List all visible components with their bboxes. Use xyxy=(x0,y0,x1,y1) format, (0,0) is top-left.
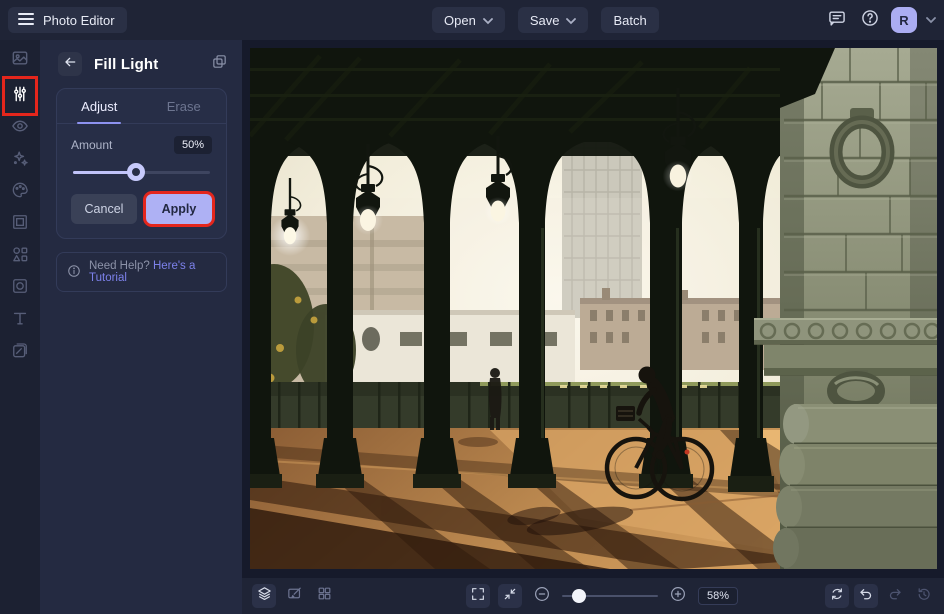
help-button[interactable] xyxy=(858,8,882,32)
chevron-down-icon xyxy=(482,13,493,28)
zoom-in-icon xyxy=(669,585,687,608)
sidebar-item-text[interactable] xyxy=(8,304,32,336)
draw-icon xyxy=(286,585,303,607)
grid-view-button[interactable] xyxy=(312,584,336,608)
layers-icon xyxy=(256,585,273,607)
amount-slider-handle[interactable] xyxy=(127,163,146,181)
sync-button[interactable] xyxy=(825,584,849,608)
history-reset-button[interactable] xyxy=(912,584,936,608)
history-icon xyxy=(916,586,932,607)
fit-screen-button[interactable] xyxy=(498,584,522,608)
amount-value[interactable]: 50% xyxy=(173,136,212,154)
fill-light-panel: Fill Light Adjust Erase Amount 50% Cance… xyxy=(40,40,242,614)
menu-icon xyxy=(18,12,34,29)
sidebar-item-overlays[interactable] xyxy=(8,272,32,304)
fullscreen-button[interactable] xyxy=(466,584,490,608)
grid-icon xyxy=(316,585,333,607)
tab-adjust[interactable]: Adjust xyxy=(57,89,142,123)
zoom-slider-handle[interactable] xyxy=(572,589,587,603)
app-title: Photo Editor xyxy=(43,12,115,28)
pillar-bolsters xyxy=(773,404,937,569)
avatar[interactable]: R xyxy=(891,7,917,33)
fullscreen-icon xyxy=(470,586,486,607)
tab-erase[interactable]: Erase xyxy=(142,89,227,123)
redo-button[interactable] xyxy=(883,584,907,608)
info-icon xyxy=(67,264,81,281)
sidebar-item-textures[interactable] xyxy=(8,336,32,368)
undo-button[interactable] xyxy=(854,584,878,608)
tutorial-help[interactable]: Need Help? Here's a Tutorial xyxy=(56,252,227,292)
page-title: Fill Light xyxy=(94,55,159,73)
stone-pillar xyxy=(754,48,937,569)
fit-screen-icon xyxy=(502,586,518,607)
text-icon xyxy=(10,308,30,333)
zoom-out-button[interactable] xyxy=(530,584,554,608)
chat-icon xyxy=(827,8,847,33)
panel-tabs: Adjust Erase xyxy=(57,89,226,124)
sidebar-item-frames[interactable] xyxy=(8,208,32,240)
top-bar: Photo Editor Open Save Batch R xyxy=(0,0,944,40)
draw-button[interactable] xyxy=(282,584,306,608)
file-actions: Open Save Batch xyxy=(432,7,659,33)
account-area: R xyxy=(825,7,936,33)
apply-button[interactable]: Apply xyxy=(146,194,212,224)
image-icon xyxy=(10,48,30,73)
zoom-slider[interactable] xyxy=(562,588,658,604)
copy-settings-button[interactable] xyxy=(211,53,228,75)
photo-editor-app: Photo Editor Open Save Batch R Fill Ligh… xyxy=(0,0,944,614)
frame-icon xyxy=(10,212,30,237)
sparkles-icon xyxy=(10,148,30,173)
tool-rail xyxy=(0,40,40,614)
help-icon xyxy=(860,8,880,33)
layers-button[interactable] xyxy=(252,584,276,608)
save-button[interactable]: Save xyxy=(517,7,589,33)
main-menu-button[interactable]: Photo Editor xyxy=(8,7,127,33)
overlay-icon xyxy=(10,276,30,301)
undo-icon xyxy=(858,586,874,607)
canvas-area xyxy=(242,40,944,578)
palette-icon xyxy=(10,180,30,205)
sidebar-item-graphics[interactable] xyxy=(8,240,32,272)
bottom-bar: 58% xyxy=(242,578,944,614)
chat-button[interactable] xyxy=(825,8,849,32)
open-button[interactable]: Open xyxy=(432,7,505,33)
cancel-button[interactable]: Cancel xyxy=(71,194,137,224)
zoom-out-icon xyxy=(533,585,551,608)
chevron-down-icon xyxy=(566,13,577,28)
batch-button[interactable]: Batch xyxy=(601,7,659,33)
help-text: Need Help? xyxy=(89,260,150,272)
back-arrow-icon xyxy=(62,54,78,75)
texture-icon xyxy=(10,340,30,365)
sidebar-item-artsy[interactable] xyxy=(8,176,32,208)
sidebar-item-image-manager[interactable] xyxy=(8,44,32,76)
adjust-card: Adjust Erase Amount 50% Cancel Apply xyxy=(56,88,227,239)
zoom-in-button[interactable] xyxy=(666,584,690,608)
sidebar-item-edit[interactable] xyxy=(2,76,38,116)
copy-settings-icon xyxy=(211,55,228,74)
bridge-photo xyxy=(250,48,937,569)
sliders-icon xyxy=(10,84,30,109)
panel-header: Fill Light xyxy=(40,40,242,86)
back-button[interactable] xyxy=(58,52,82,76)
zoom-level[interactable]: 58% xyxy=(698,587,739,605)
photo-canvas[interactable] xyxy=(250,48,937,569)
amount-label: Amount xyxy=(71,138,113,152)
redo-icon xyxy=(887,586,903,607)
shapes-icon xyxy=(10,244,30,269)
amount-slider[interactable] xyxy=(73,163,210,181)
eye-icon xyxy=(10,116,30,141)
account-chevron-down-icon[interactable] xyxy=(926,11,936,29)
sidebar-item-touch-up[interactable] xyxy=(8,112,32,144)
sync-icon xyxy=(829,586,845,607)
sidebar-item-effects[interactable] xyxy=(8,144,32,176)
